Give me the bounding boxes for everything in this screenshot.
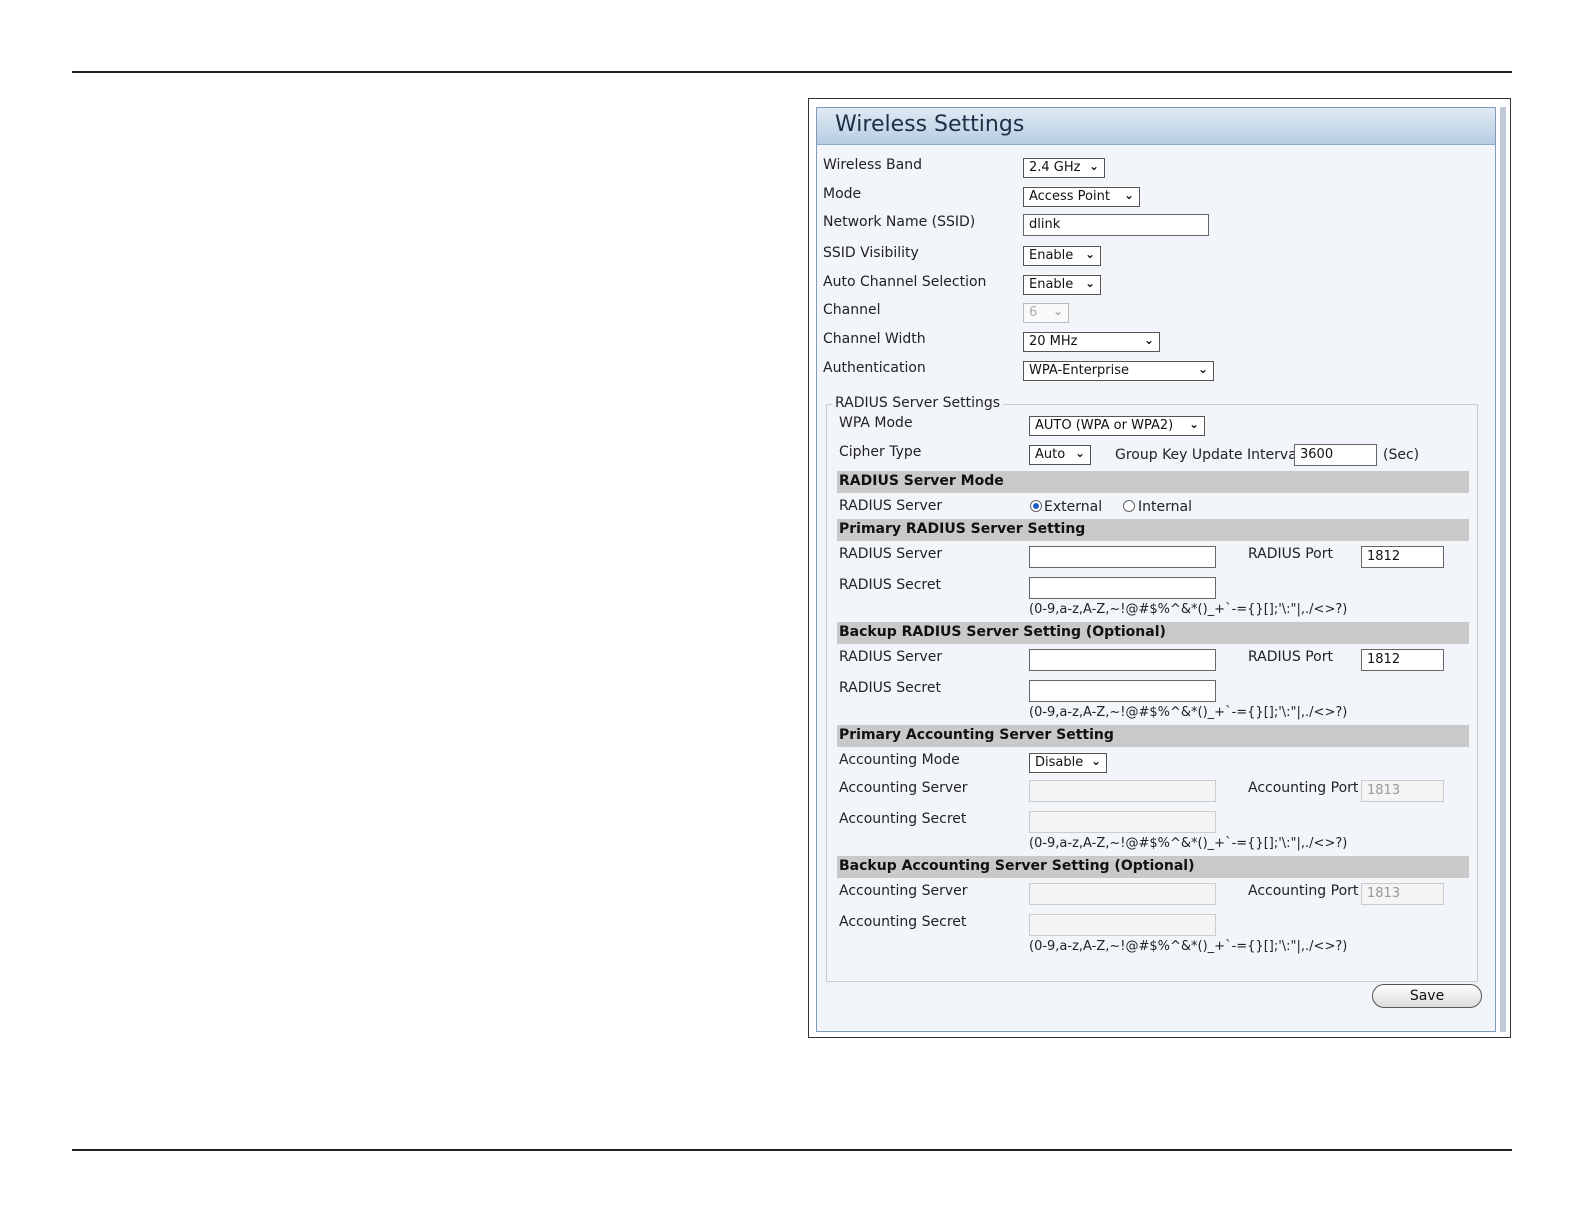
primary-radius-server-input[interactable] <box>1029 546 1216 568</box>
accounting-mode-value: Disable <box>1035 755 1084 770</box>
group-key-label: Group Key Update Interval <box>1115 447 1301 463</box>
accounting-mode-select[interactable]: Disable ⌄ <box>1029 753 1107 773</box>
ssid-visibility-value: Enable <box>1029 248 1074 263</box>
mode-select[interactable]: Access Point ⌄ <box>1023 187 1140 207</box>
wpa-mode-select[interactable]: AUTO (WPA or WPA2) ⌄ <box>1029 416 1205 436</box>
chevron-down-icon: ⌄ <box>1052 304 1063 318</box>
auto-channel-value: Enable <box>1029 277 1074 292</box>
backup-radius-server-label: RADIUS Server <box>839 649 943 665</box>
primary-radius-port-input[interactable]: 1812 <box>1361 546 1444 568</box>
radio-external[interactable] <box>1030 500 1042 512</box>
auto-channel-select[interactable]: Enable ⌄ <box>1023 275 1101 295</box>
primary-accounting-server-input[interactable] <box>1029 780 1216 802</box>
mode-label: Mode <box>823 186 862 202</box>
primary-radius-header: Primary RADIUS Server Setting <box>837 519 1469 541</box>
save-button[interactable]: Save <box>1372 984 1482 1008</box>
radio-external-label: External <box>1044 499 1103 515</box>
page-title: Wireless Settings <box>835 112 1025 137</box>
wpa-mode-value: AUTO (WPA or WPA2) <box>1035 418 1174 433</box>
backup-radius-secret-label: RADIUS Secret <box>839 680 941 696</box>
wireless-settings-panel: Wireless Settings Wireless Band 2.4 GHz ⌄… <box>816 107 1496 1032</box>
backup-accounting-server-input[interactable] <box>1029 883 1216 905</box>
chevron-down-icon: ⌄ <box>1143 333 1154 347</box>
authentication-value: WPA-Enterprise <box>1029 363 1130 378</box>
primary-accounting-header: Primary Accounting Server Setting <box>837 725 1469 747</box>
backup-accounting-port-label: Accounting Port <box>1248 883 1359 899</box>
backup-accounting-secret-hint: (0-9,a-z,A-Z,~!@#$%^&*()_+`-={}[];'\:"|,… <box>1029 939 1348 954</box>
accounting-mode-label: Accounting Mode <box>839 752 960 768</box>
ssid-label: Network Name (SSID) <box>823 214 976 230</box>
scrollbar[interactable] <box>1500 107 1506 1032</box>
radius-server-mode-title: RADIUS Server Mode <box>839 473 1004 489</box>
ssid-visibility-select[interactable]: Enable ⌄ <box>1023 246 1101 266</box>
channel-label: Channel <box>823 302 881 318</box>
channel-width-value: 20 MHz <box>1029 334 1078 349</box>
primary-accounting-secret-label: Accounting Secret <box>839 811 967 827</box>
wireless-band-label: Wireless Band <box>823 157 922 173</box>
primary-accounting-server-label: Accounting Server <box>839 780 968 796</box>
wpa-mode-label: WPA Mode <box>839 415 913 431</box>
radius-server-mode-header: RADIUS Server Mode <box>837 471 1469 493</box>
primary-radius-secret-label: RADIUS Secret <box>839 577 941 593</box>
ssid-visibility-label: SSID Visibility <box>823 245 919 261</box>
primary-accounting-secret-input[interactable] <box>1029 811 1216 833</box>
channel-width-select[interactable]: 20 MHz ⌄ <box>1023 332 1160 352</box>
primary-accounting-port-label: Accounting Port <box>1248 780 1359 796</box>
primary-radius-port-label: RADIUS Port <box>1248 546 1333 562</box>
primary-radius-title: Primary RADIUS Server Setting <box>839 521 1086 537</box>
backup-accounting-port-input[interactable]: 1813 <box>1361 883 1444 905</box>
title-bar: Wireless Settings <box>817 108 1495 145</box>
backup-accounting-secret-input[interactable] <box>1029 914 1216 936</box>
backup-accounting-server-label: Accounting Server <box>839 883 968 899</box>
authentication-label: Authentication <box>823 360 926 376</box>
backup-radius-server-input[interactable] <box>1029 649 1216 671</box>
mode-value: Access Point <box>1029 189 1110 204</box>
radius-server-mode-label: RADIUS Server <box>839 498 943 514</box>
wireless-band-value: 2.4 GHz <box>1029 160 1081 175</box>
backup-radius-secret-hint: (0-9,a-z,A-Z,~!@#$%^&*()_+`-={}[];'\:"|,… <box>1029 705 1348 720</box>
chevron-down-icon: ⌄ <box>1123 188 1134 202</box>
primary-accounting-port-input[interactable]: 1813 <box>1361 780 1444 802</box>
radio-internal[interactable] <box>1123 500 1135 512</box>
backup-accounting-header: Backup Accounting Server Setting (Option… <box>837 856 1469 878</box>
backup-radius-header: Backup RADIUS Server Setting (Optional) <box>837 622 1469 644</box>
channel-select[interactable]: 6 ⌄ <box>1023 303 1069 323</box>
backup-radius-title: Backup RADIUS Server Setting (Optional) <box>839 624 1166 640</box>
primary-radius-server-label: RADIUS Server <box>839 546 943 562</box>
chevron-down-icon: ⌄ <box>1188 417 1199 431</box>
backup-radius-secret-input[interactable] <box>1029 680 1216 702</box>
chevron-down-icon: ⌄ <box>1090 754 1101 768</box>
radius-settings-legend: RADIUS Server Settings <box>832 395 1004 411</box>
cipher-type-select[interactable]: Auto ⌄ <box>1029 445 1091 465</box>
group-key-unit: (Sec) <box>1383 447 1420 463</box>
primary-radius-secret-input[interactable] <box>1029 577 1216 599</box>
group-key-input[interactable]: 3600 <box>1294 444 1377 466</box>
primary-accounting-title: Primary Accounting Server Setting <box>839 727 1114 743</box>
auto-channel-label: Auto Channel Selection <box>823 274 987 290</box>
chevron-down-icon: ⌄ <box>1084 276 1095 290</box>
page-bottom-rule <box>72 1149 1512 1151</box>
chevron-down-icon: ⌄ <box>1088 159 1099 173</box>
backup-accounting-title: Backup Accounting Server Setting (Option… <box>839 858 1195 874</box>
cipher-type-value: Auto <box>1035 447 1066 462</box>
chevron-down-icon: ⌄ <box>1197 362 1208 376</box>
backup-radius-port-label: RADIUS Port <box>1248 649 1333 665</box>
wireless-settings-window: Wireless Settings Wireless Band 2.4 GHz ⌄… <box>808 98 1511 1038</box>
radio-internal-label: Internal <box>1138 499 1192 515</box>
backup-accounting-secret-label: Accounting Secret <box>839 914 967 930</box>
primary-accounting-secret-hint: (0-9,a-z,A-Z,~!@#$%^&*()_+`-={}[];'\:"|,… <box>1029 836 1348 851</box>
primary-radius-secret-hint: (0-9,a-z,A-Z,~!@#$%^&*()_+`-={}[];'\:"|,… <box>1029 602 1348 617</box>
channel-value: 6 <box>1029 305 1038 320</box>
ssid-input[interactable]: dlink <box>1023 214 1209 236</box>
wireless-band-select[interactable]: 2.4 GHz ⌄ <box>1023 158 1105 178</box>
page-top-rule <box>72 71 1512 73</box>
backup-radius-port-input[interactable]: 1812 <box>1361 649 1444 671</box>
authentication-select[interactable]: WPA-Enterprise ⌄ <box>1023 361 1214 381</box>
channel-width-label: Channel Width <box>823 331 926 347</box>
chevron-down-icon: ⌄ <box>1074 446 1085 460</box>
chevron-down-icon: ⌄ <box>1084 247 1095 261</box>
cipher-type-label: Cipher Type <box>839 444 922 460</box>
